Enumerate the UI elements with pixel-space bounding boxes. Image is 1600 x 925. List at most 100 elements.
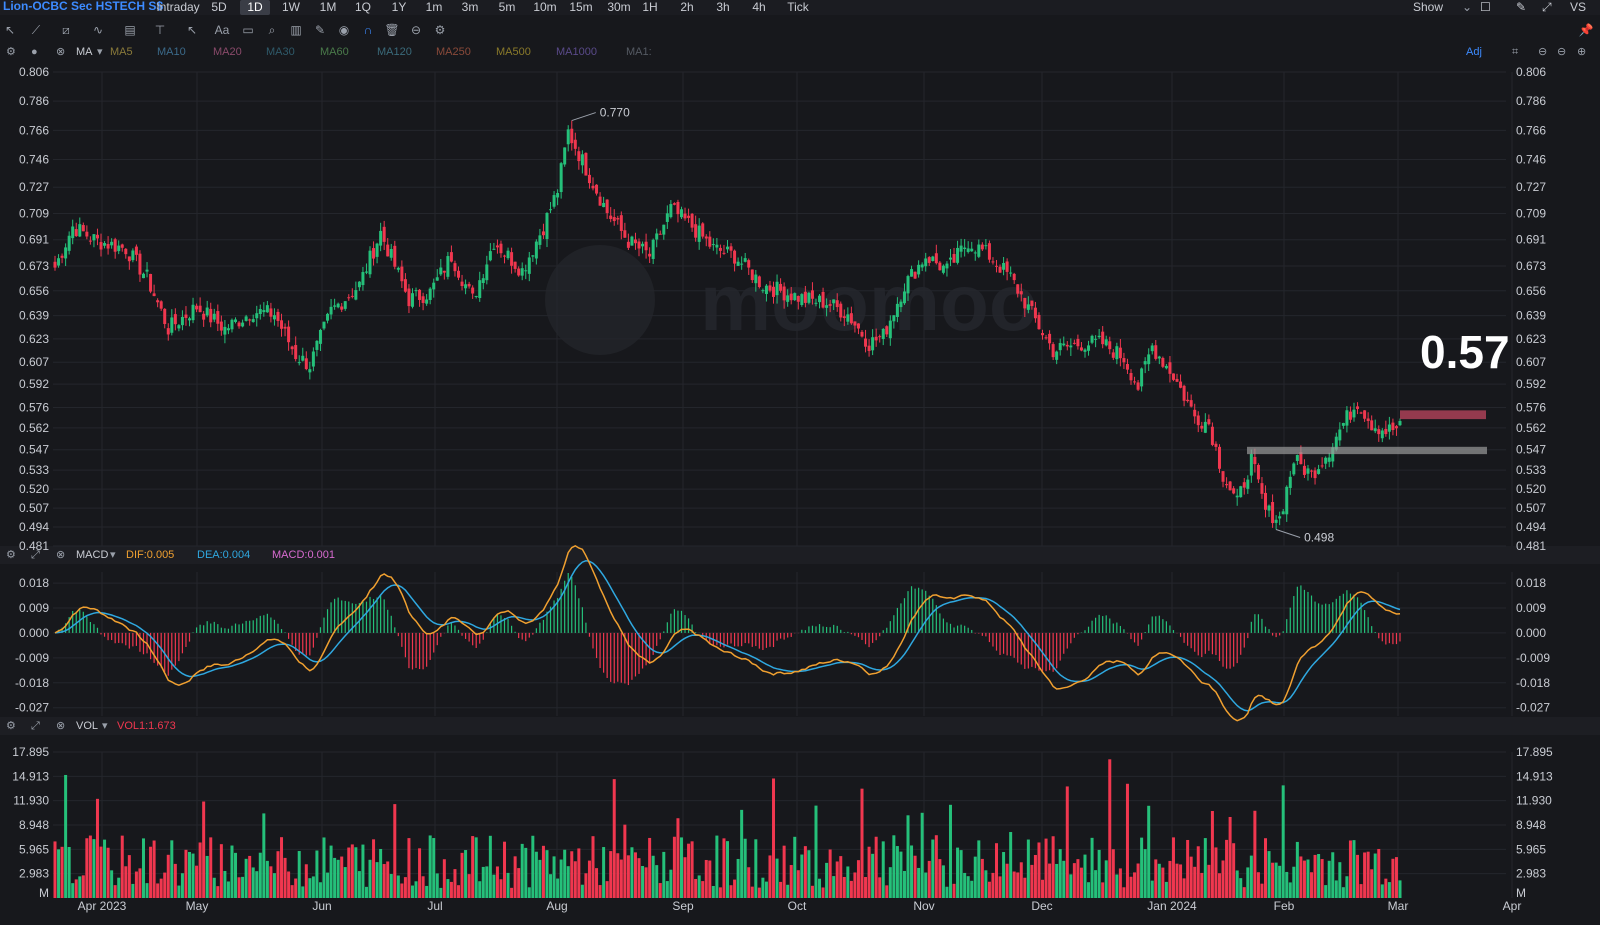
candle-body: [556, 192, 560, 198]
y-tick-label: 0.547: [19, 443, 49, 457]
wave-icon[interactable]: ∿: [90, 23, 106, 37]
tab-1d[interactable]: 1D: [240, 0, 270, 15]
close-icon[interactable]: ⊗: [56, 546, 65, 564]
tab-1w[interactable]: 1W: [280, 0, 302, 15]
hide-icon[interactable]: ⊖: [408, 23, 424, 37]
expand-icon[interactable]: ⤢: [31, 546, 40, 564]
magnet-icon[interactable]: ∩: [360, 23, 376, 37]
cursor-icon[interactable]: ↖: [2, 23, 18, 37]
ma-item[interactable]: MA5: [110, 43, 133, 61]
gear-icon[interactable]: ⚙: [432, 23, 448, 37]
ma-item[interactable]: MA20: [213, 43, 242, 61]
ma-item[interactable]: MA1:: [626, 43, 652, 61]
volume-bar: [1076, 859, 1080, 898]
candle-body: [198, 305, 202, 313]
zoom-out-icon[interactable]: ⊖: [1538, 43, 1547, 61]
symbol-title[interactable]: Lion-OCBC Sec HSTECH S$: [3, 0, 163, 13]
show-menu[interactable]: Show: [1413, 0, 1443, 14]
ma-item[interactable]: MA60: [320, 43, 349, 61]
adj-toggle[interactable]: Adj: [1466, 43, 1482, 61]
tab-2h[interactable]: 2h: [676, 0, 698, 15]
ma-item[interactable]: MA10: [157, 43, 186, 61]
volume-bar: [379, 848, 383, 898]
trend-line-icon[interactable]: ⟋: [28, 23, 44, 37]
arrow-icon[interactable]: ↖: [184, 23, 200, 37]
zoom-in-icon[interactable]: ⊕: [1577, 43, 1586, 61]
tab-4h[interactable]: 4h: [748, 0, 770, 15]
candle-body: [88, 240, 92, 242]
brush-icon[interactable]: ✎: [312, 23, 328, 37]
volume-bar: [708, 860, 712, 898]
pin-icon[interactable]: 📌: [1578, 23, 1594, 37]
chart-type-icon[interactable]: ⌗: [1512, 43, 1518, 61]
tab-1m[interactable]: 1M: [316, 0, 340, 15]
volume-bar: [265, 860, 269, 898]
chevron-down-icon[interactable]: ⌄: [1462, 0, 1472, 14]
volume-bar: [1331, 852, 1335, 898]
layout-icon[interactable]: ☐: [1480, 0, 1491, 14]
ma-item[interactable]: MA30: [266, 43, 295, 61]
chevron-down-icon[interactable]: ▾: [97, 43, 103, 61]
minimize-icon[interactable]: ⊖: [1557, 43, 1566, 61]
building-icon[interactable]: ▥: [288, 23, 304, 37]
vol-label[interactable]: VOL: [76, 717, 98, 735]
candle-body: [1338, 429, 1342, 441]
chevron-down-icon[interactable]: ▾: [102, 717, 108, 735]
tab-intraday[interactable]: Intraday: [155, 0, 201, 15]
measure-icon[interactable]: ⊤: [152, 23, 168, 37]
pen-icon[interactable]: ✎: [1516, 0, 1526, 14]
candle-body: [644, 241, 648, 251]
gear-icon[interactable]: ⚙: [6, 717, 16, 735]
candle-body: [566, 129, 570, 145]
tab-tick[interactable]: Tick: [784, 0, 812, 15]
candle-body: [60, 255, 64, 258]
ma-item[interactable]: MA250: [436, 43, 471, 61]
trash-icon[interactable]: 🗑: [384, 23, 400, 37]
tab-1q[interactable]: 1Q: [352, 0, 374, 15]
tab-5m[interactable]: 5m: [496, 0, 518, 15]
text-icon[interactable]: Aa: [214, 23, 230, 37]
candle-body: [793, 293, 797, 301]
tab-5d[interactable]: 5D: [208, 0, 230, 15]
candle-body: [134, 246, 138, 255]
candle-body: [1370, 420, 1374, 431]
ma-item[interactable]: MA1000: [556, 43, 597, 61]
chevron-down-icon[interactable]: ▾: [110, 546, 116, 564]
macd-label[interactable]: MACD: [76, 546, 108, 564]
volume-bar: [251, 867, 255, 898]
ma-item[interactable]: MA120: [377, 43, 412, 61]
fib-icon[interactable]: ▤: [122, 23, 138, 37]
macd-histogram: [57, 572, 1401, 686]
ma-item[interactable]: MA500: [496, 43, 531, 61]
candle-body: [619, 215, 623, 231]
tab-1y[interactable]: 1Y: [388, 0, 410, 15]
tab-3h[interactable]: 3h: [712, 0, 734, 15]
eye-icon[interactable]: ◉: [336, 23, 352, 37]
tab-15m[interactable]: 15m: [568, 0, 594, 15]
tab-30m[interactable]: 30m: [604, 0, 634, 15]
gear-icon[interactable]: ⚙: [6, 43, 16, 61]
expand-icon[interactable]: ⤢: [31, 717, 40, 735]
ma-label[interactable]: MA: [76, 43, 93, 61]
tab-1m[interactable]: 1m: [424, 0, 444, 15]
tab-10m[interactable]: 10m: [532, 0, 558, 15]
close-icon[interactable]: ⊗: [56, 43, 65, 61]
candle-body: [789, 293, 793, 301]
channel-icon[interactable]: ⧄: [58, 23, 74, 37]
close-icon[interactable]: ⊗: [56, 717, 65, 735]
visibility-icon[interactable]: ●: [31, 43, 38, 61]
volume-bar: [743, 838, 747, 898]
candle-body: [1002, 262, 1006, 270]
volume-bar: [124, 866, 128, 898]
compare-vs-button[interactable]: VS: [1570, 0, 1586, 14]
volume-bar: [1320, 859, 1324, 898]
candle-body: [846, 314, 850, 322]
comment-icon[interactable]: ▭: [240, 23, 256, 37]
volume-bar: [878, 877, 882, 898]
gear-icon[interactable]: ⚙: [6, 546, 16, 564]
fullscreen-icon[interactable]: ⤢: [1542, 0, 1552, 15]
search-icon[interactable]: ⌕: [264, 23, 280, 37]
volume-bar: [970, 880, 974, 898]
tab-1h[interactable]: 1H: [640, 0, 660, 15]
tab-3m[interactable]: 3m: [460, 0, 480, 15]
